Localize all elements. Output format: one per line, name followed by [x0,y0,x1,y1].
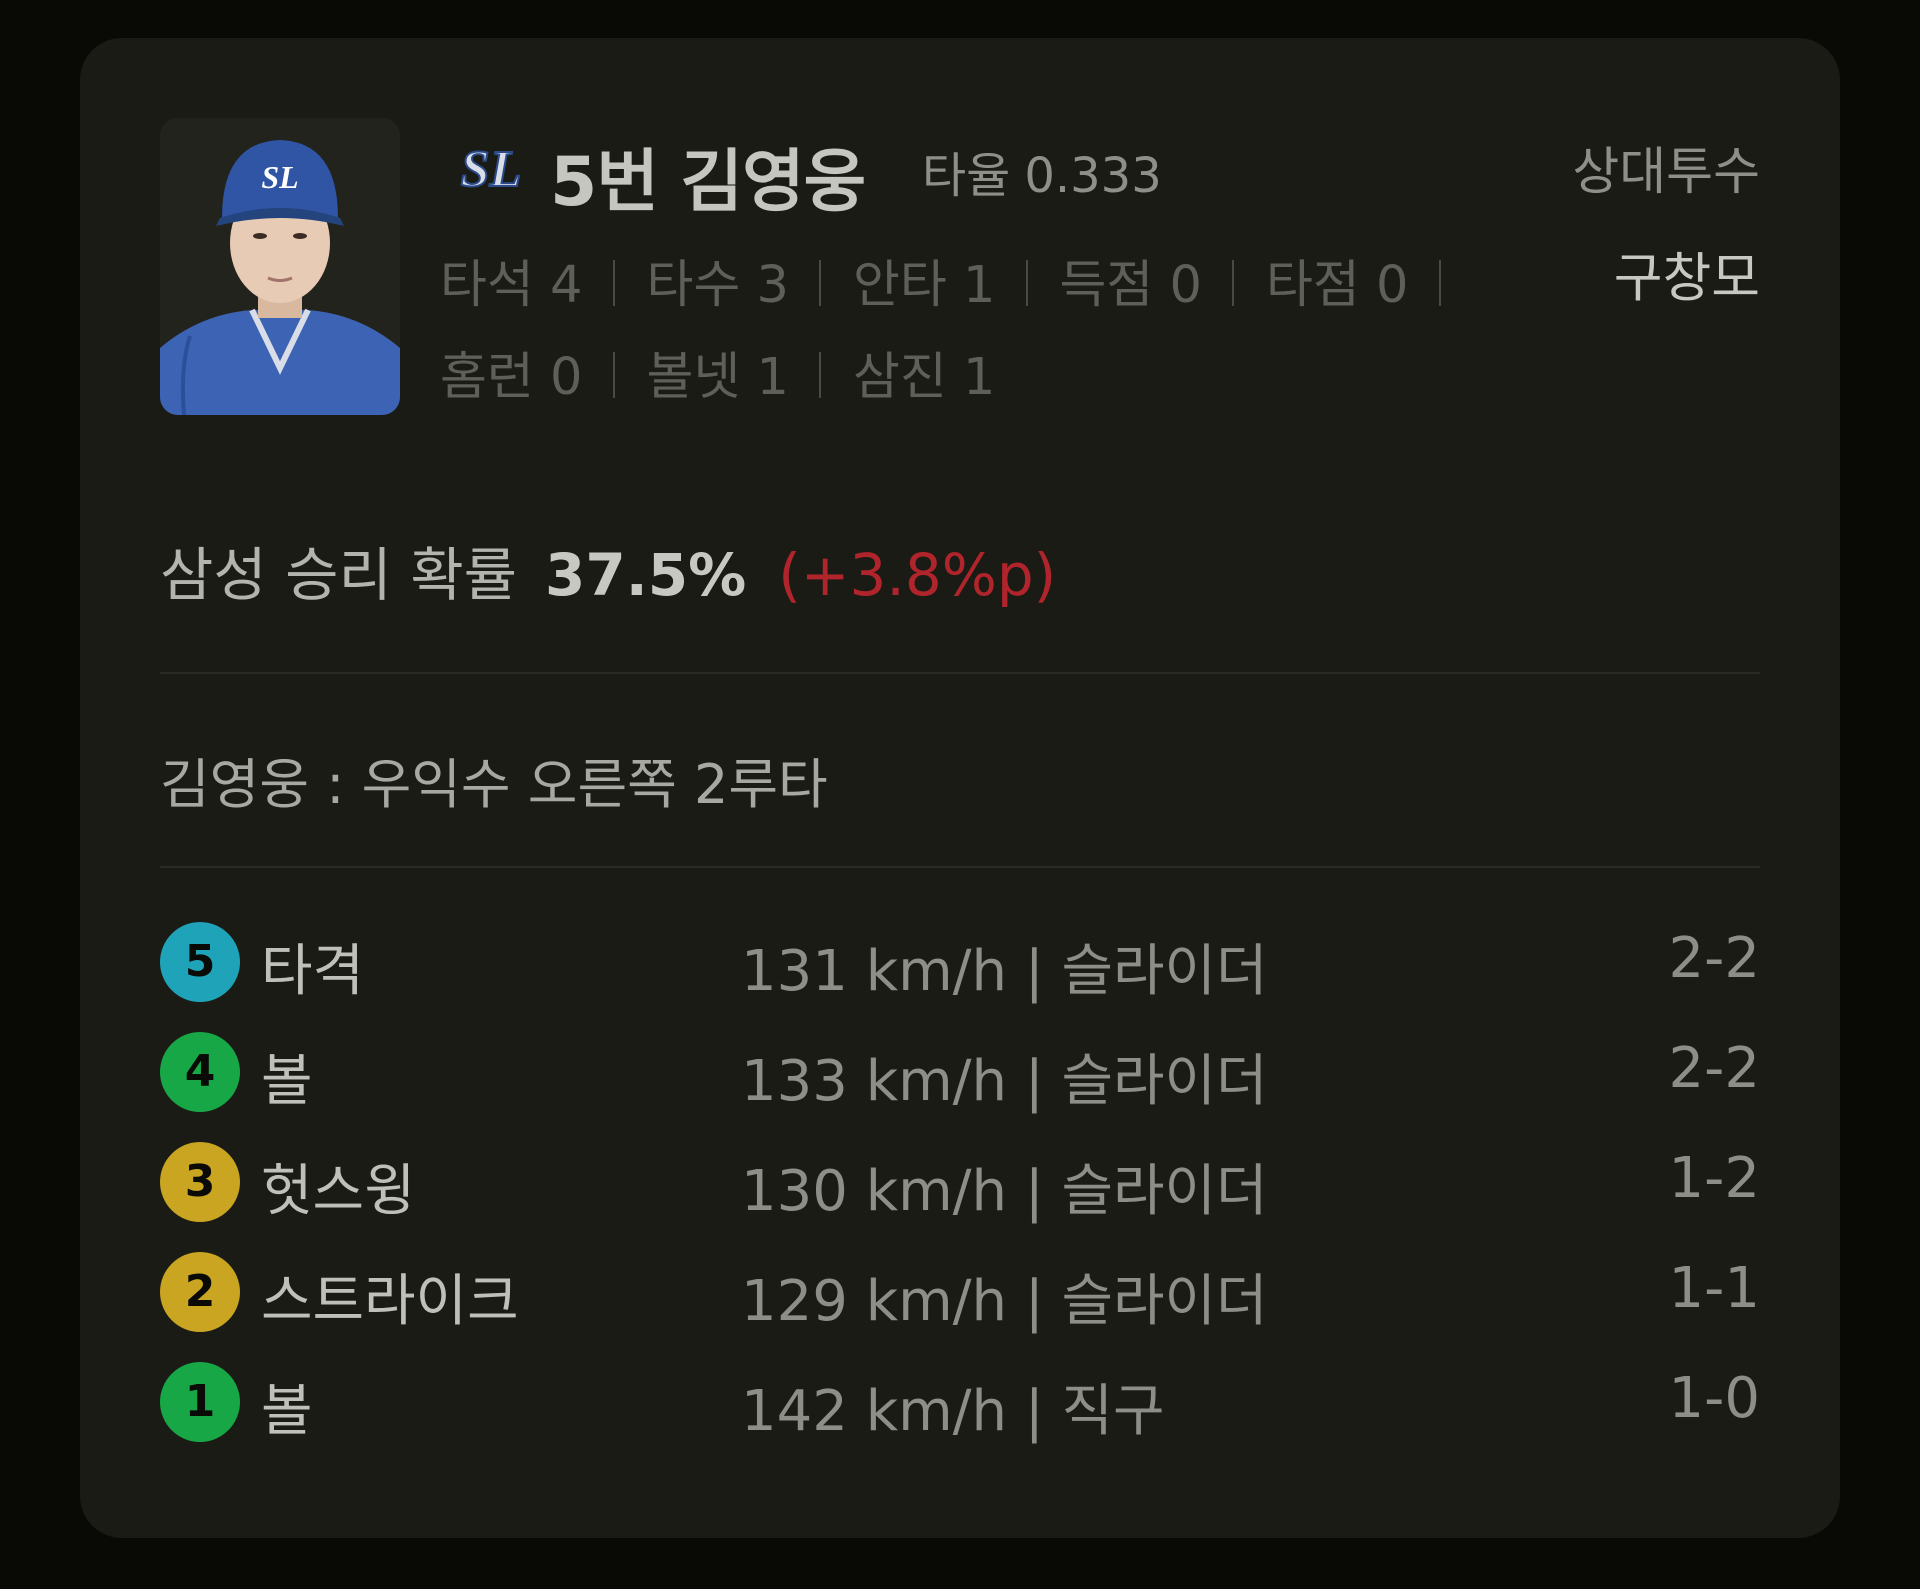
pitch-row: 2 스트라이크 129 km/h | 슬라이더 1-1 [160,1252,1760,1334]
pitch-number-badge: 2 [160,1252,240,1332]
pitch-result: 볼 [261,1379,313,1444]
stat-separator [1232,260,1234,306]
stat-separator [819,260,821,306]
team-logo-icon: SL [460,140,523,199]
stat-rbi: 타점 0 [1266,240,1473,332]
pitch-speed-type: 130 km/h | 슬라이더 [741,1159,1268,1224]
pitch-row: 1 볼 142 km/h | 직구 1-0 [160,1362,1760,1444]
batter-name: 5번 김영웅 [550,143,866,222]
pitch-row: 3 헛스윙 130 km/h | 슬라이더 1-2 [160,1142,1760,1224]
svg-text:SL: SL [461,141,522,198]
pitch-result: 타격 [261,939,365,1004]
pitch-number-badge: 5 [160,922,240,1002]
pitch-count: 2-2 [1668,1036,1760,1101]
pitch-speed-type: 131 km/h | 슬라이더 [741,939,1268,1004]
win-probability-value: 37.5% [545,541,747,609]
pitch-speed-type: 133 km/h | 슬라이더 [741,1049,1268,1114]
stat-separator [612,352,615,398]
opponent-pitcher-name[interactable]: 구창모 [1614,236,1760,312]
pitch-row: 4 볼 133 km/h | 슬라이더 2-2 [160,1032,1760,1114]
at-bat-card: SL SL 5번 김영웅 타율 0.333 타석 4 타수 3 안타 1 득점 0 타점 … [80,38,1840,1538]
pitch-count: 1-2 [1668,1146,1760,1211]
batter-stats: 타석 4 타수 3 안타 1 득점 0 타점 0 홈런 0 볼넷 1 삼진 1 [440,240,1600,424]
stat-plate-appearances: 타석 4 [440,240,647,332]
pitch-number-badge: 4 [160,1032,240,1112]
pitch-count: 2-2 [1668,926,1760,991]
pitch-speed-type: 129 km/h | 슬라이더 [741,1269,1268,1334]
divider [160,866,1760,868]
avg-label: 타율 [922,148,1011,204]
stat-separator [1025,260,1028,306]
stat-walks: 볼넷 1 [647,332,854,424]
stat-at-bats: 타수 3 [647,240,854,332]
pitch-row: 5 타격 131 km/h | 슬라이더 2-2 [160,922,1760,1004]
player-photo: SL [160,118,400,415]
pitch-number-badge: 3 [160,1142,240,1222]
pitch-number-badge: 1 [160,1362,240,1442]
pitch-count: 1-0 [1668,1366,1760,1431]
pitch-result: 헛스윙 [261,1159,416,1224]
svg-text:SL: SL [261,159,298,195]
win-probability-delta: (+3.8%p) [778,541,1057,609]
stat-home-runs: 홈런 0 [440,332,647,424]
win-probability: 삼성 승리 확률 37.5% (+3.8%p) [160,528,1056,612]
batting-average: 타율 0.333 [922,136,1162,206]
play-description: 김영웅 : 우익수 오른쪽 2루타 [160,753,828,816]
pitch-count: 1-1 [1668,1256,1760,1321]
win-probability-label: 삼성 승리 확률 [160,541,518,609]
stat-separator [1438,260,1441,306]
stat-runs: 득점 0 [1060,240,1267,332]
stat-hits: 안타 1 [853,240,1060,332]
stat-separator [612,260,615,306]
opponent-pitcher-label: 상대투수 [1572,143,1760,202]
stat-separator [819,352,821,398]
pitch-result: 스트라이크 [261,1269,519,1334]
player-portrait-icon: SL [160,118,400,415]
avg-value: 0.333 [1024,148,1162,204]
pitch-result: 볼 [261,1049,313,1114]
divider [160,672,1760,674]
stat-strikeouts: 삼진 1 [853,348,996,407]
pitch-speed-type: 142 km/h | 직구 [741,1379,1165,1444]
